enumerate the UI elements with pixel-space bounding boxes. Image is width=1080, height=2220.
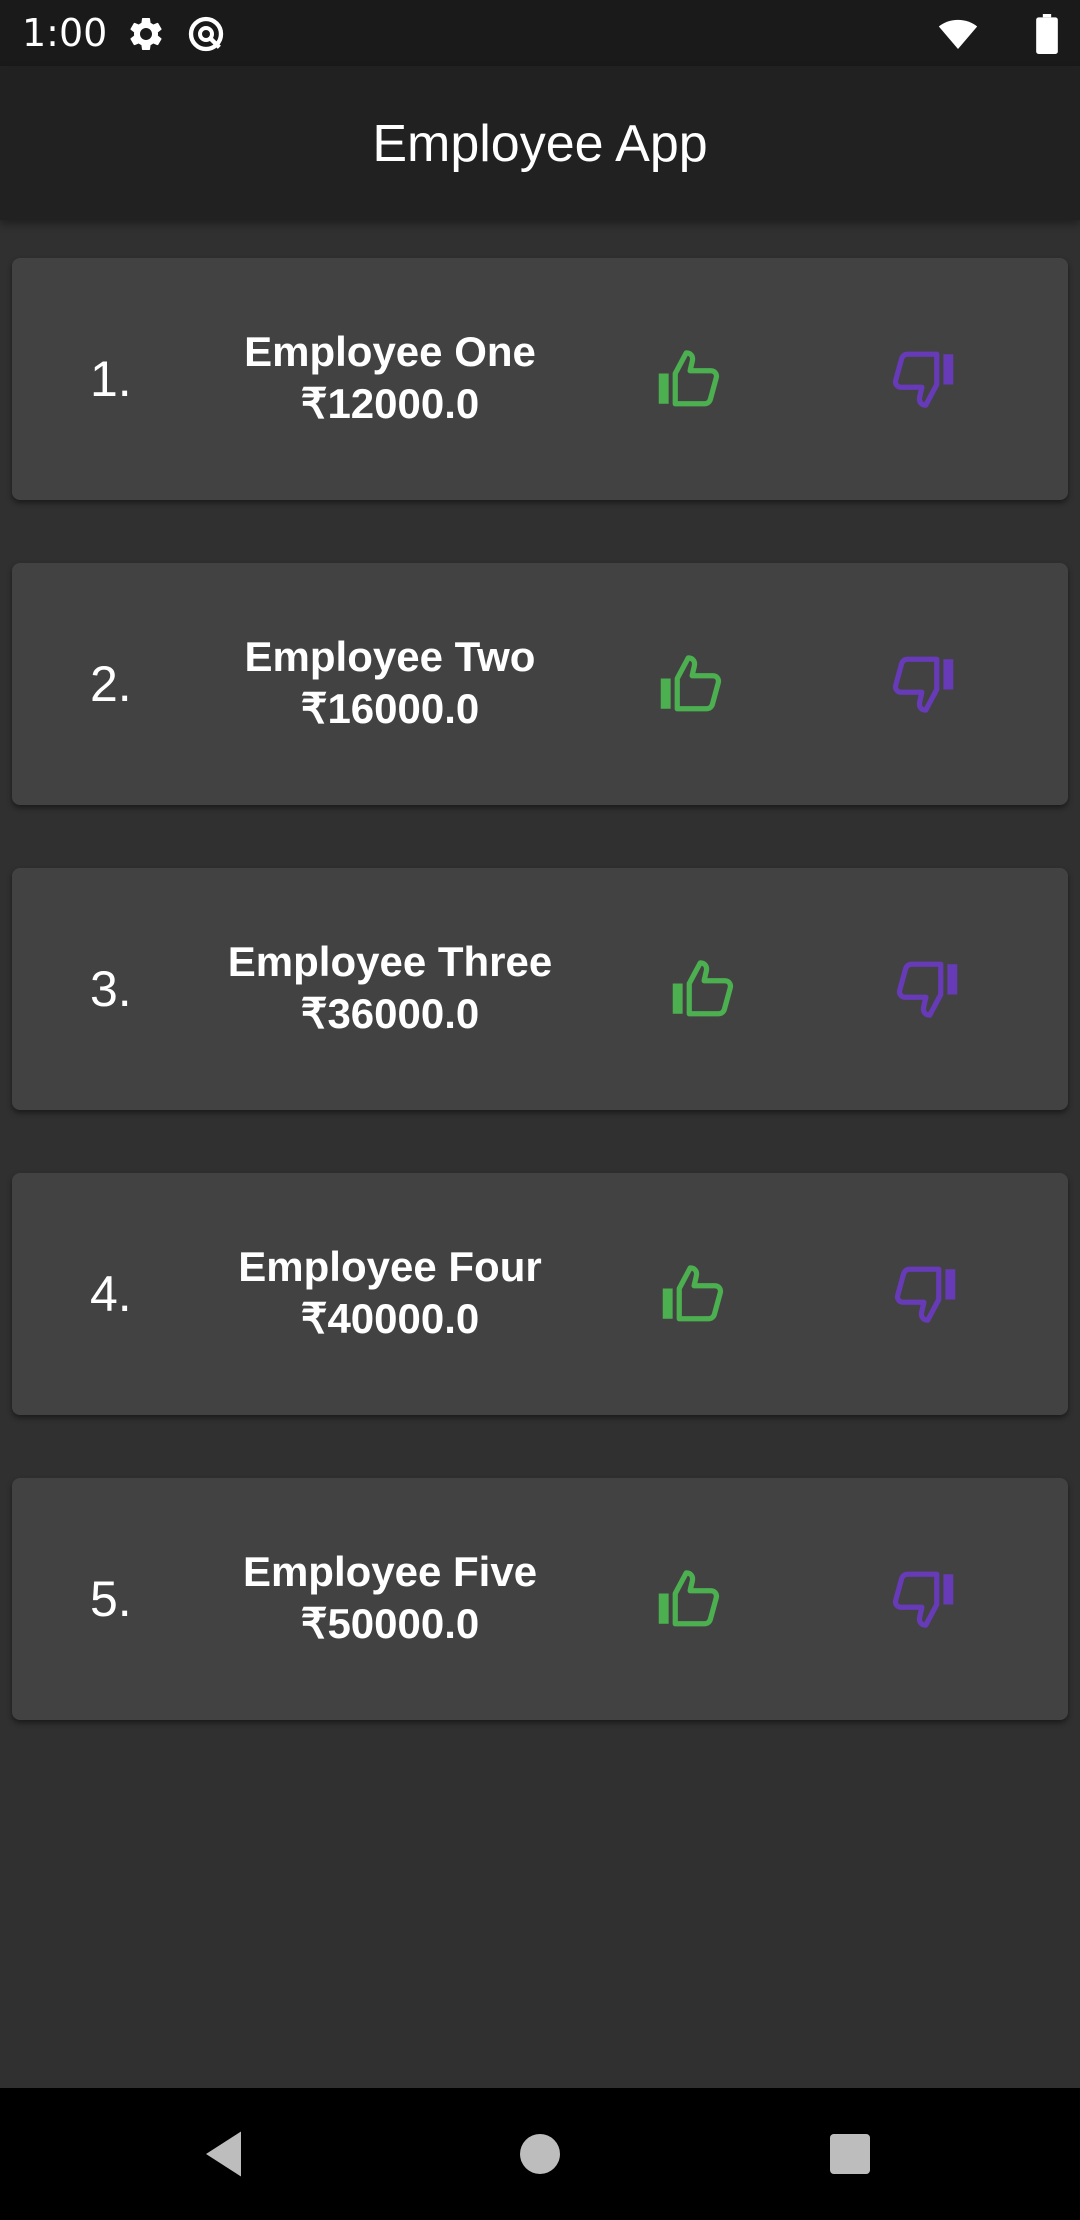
employee-info: Employee Three ₹36000.0 <box>190 936 590 1040</box>
employee-card: 3. Employee Three ₹36000.0 <box>12 868 1068 1110</box>
thumbs-up-icon <box>672 960 734 1017</box>
wifi-icon <box>936 14 978 54</box>
employee-salary: ₹16000.0 <box>300 685 480 732</box>
home-icon <box>520 2134 560 2174</box>
employee-name: Employee Four <box>238 1243 542 1290</box>
like-button[interactable] <box>658 651 724 717</box>
employee-name: Employee Three <box>227 938 553 985</box>
employee-card: 4. Employee Four ₹40000.0 <box>12 1173 1068 1415</box>
like-button[interactable] <box>656 346 722 412</box>
thumbs-down-icon <box>892 351 954 408</box>
employee-card: 1. Employee One ₹12000.0 <box>12 258 1068 500</box>
employee-index: 5. <box>90 1571 132 1627</box>
employee-card: 5. Employee Five ₹50000.0 <box>12 1478 1068 1720</box>
dislike-button[interactable] <box>890 1566 956 1632</box>
employee-name: Employee One <box>244 328 536 375</box>
back-button[interactable] <box>196 2124 256 2184</box>
dislike-button[interactable] <box>894 956 960 1022</box>
employee-index: 3. <box>90 961 132 1017</box>
recents-icon <box>830 2134 870 2174</box>
employee-info: Employee Four ₹40000.0 <box>190 1241 590 1345</box>
employee-index: 2. <box>90 656 132 712</box>
dislike-button[interactable] <box>892 1261 958 1327</box>
thumbs-down-icon <box>892 656 954 713</box>
thumbs-down-icon <box>896 961 958 1018</box>
app-title: Employee App <box>372 115 708 173</box>
like-button[interactable] <box>670 956 736 1022</box>
thumbs-down-icon <box>892 1571 954 1628</box>
employee-card: 2. Employee Two ₹16000.0 <box>12 563 1068 805</box>
battery-icon <box>1034 14 1060 54</box>
employee-index: 4. <box>90 1266 132 1322</box>
employee-salary: ₹40000.0 <box>300 1295 480 1342</box>
sync-icon <box>186 14 226 54</box>
thumbs-up-icon <box>658 350 720 407</box>
like-button[interactable] <box>660 1261 726 1327</box>
dislike-button[interactable] <box>890 346 956 412</box>
app-bar: Employee App <box>0 66 1080 220</box>
employee-info: Employee Five ₹50000.0 <box>190 1546 590 1650</box>
employee-name: Employee Two <box>244 633 536 680</box>
gear-icon <box>126 14 166 54</box>
like-button[interactable] <box>656 1566 722 1632</box>
thumbs-up-icon <box>660 655 722 712</box>
employee-index: 1. <box>90 351 132 407</box>
thumbs-up-icon <box>662 1265 724 1322</box>
home-button[interactable] <box>510 2124 570 2184</box>
screen: 1:00 Employee App 1. Employee One ₹12000… <box>0 0 1080 2220</box>
status-bar: 1:00 <box>0 0 1080 66</box>
dislike-button[interactable] <box>890 651 956 717</box>
back-icon <box>206 2131 241 2177</box>
employee-salary: ₹36000.0 <box>300 990 480 1037</box>
employee-salary: ₹12000.0 <box>300 380 480 427</box>
navigation-bar <box>0 2088 1080 2220</box>
employee-salary: ₹50000.0 <box>300 1600 480 1647</box>
employee-info: Employee One ₹12000.0 <box>190 326 590 430</box>
thumbs-up-icon <box>658 1570 720 1627</box>
recents-button[interactable] <box>820 2124 880 2184</box>
status-time: 1:00 <box>22 11 108 55</box>
employee-info: Employee Two ₹16000.0 <box>190 631 590 735</box>
employee-name: Employee Five <box>242 1548 538 1595</box>
thumbs-down-icon <box>894 1266 956 1323</box>
